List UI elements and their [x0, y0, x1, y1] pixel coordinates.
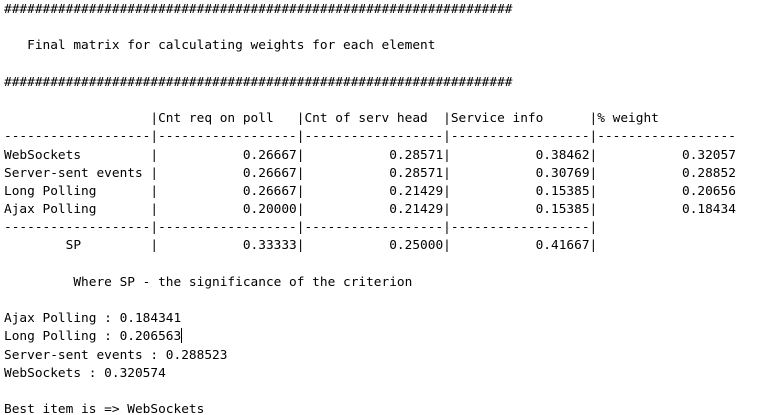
table-divider: -------------------|------------------|-… — [4, 129, 736, 145]
table-row-sp: SP | 0.33333| 0.25000| 0.41667| — [4, 238, 598, 254]
table-divider: -------------------|------------------|-… — [4, 220, 598, 236]
table-row-ajax-polling: Ajax Polling | 0.20000| 0.21429| 0.15385… — [4, 202, 736, 218]
text-cursor — [181, 328, 183, 344]
result-long-polling-row: Long Polling : 0.206563 — [4, 328, 759, 346]
best-item-line: Best item is => WebSockets — [4, 402, 205, 413]
table-row-websockets: WebSockets | 0.26667| 0.28571| 0.38462| … — [4, 147, 736, 163]
result-ajax-polling: Ajax Polling : 0.184341 — [4, 311, 182, 327]
result-server-sent-events: Server-sent events : 0.288523 — [4, 347, 228, 363]
table-row-long-polling: Long Polling | 0.26667| 0.21429| 0.15385… — [4, 183, 736, 199]
separator-line-bottom: ########################################… — [4, 74, 513, 90]
table-row-server-sent-events: Server-sent events | 0.26667| 0.28571| 0… — [4, 165, 736, 181]
console-output[interactable]: ########################################… — [4, 1, 759, 413]
table-header-row: |Cnt req on poll |Cnt of serv head |Serv… — [4, 111, 659, 127]
separator-line-top: ########################################… — [4, 2, 513, 17]
matrix-heading: Final matrix for calculating weights for… — [4, 38, 436, 54]
sp-explanation: Where SP - the significance of the crite… — [4, 274, 413, 290]
result-websockets: WebSockets : 0.320574 — [4, 365, 166, 381]
result-long-polling: Long Polling : 0.206563 — [4, 329, 182, 345]
